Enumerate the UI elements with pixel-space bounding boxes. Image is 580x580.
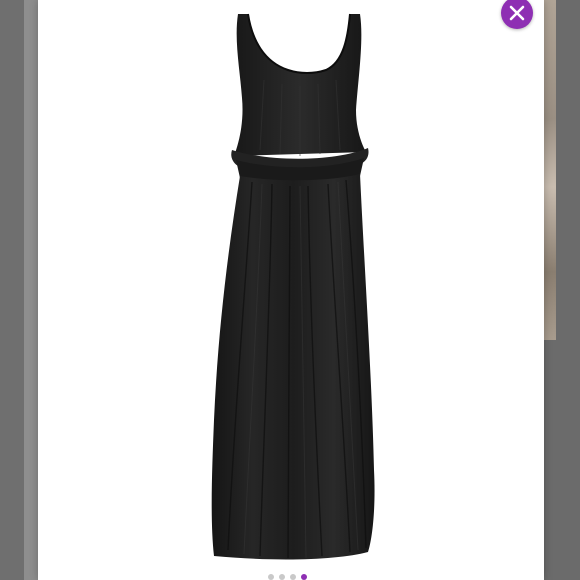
close-icon (509, 5, 525, 21)
adjacent-photo-edge[interactable] (544, 0, 556, 340)
carousel-dot[interactable] (279, 574, 285, 580)
backdrop-left (0, 0, 24, 580)
carousel-dots (268, 574, 307, 580)
carousel-dot[interactable] (268, 574, 274, 580)
carousel-dot-active[interactable] (301, 574, 307, 580)
dress-product-photo[interactable] (38, 0, 544, 570)
image-viewer-overlay (0, 0, 580, 580)
carousel-dot[interactable] (290, 574, 296, 580)
image-modal (38, 0, 544, 580)
